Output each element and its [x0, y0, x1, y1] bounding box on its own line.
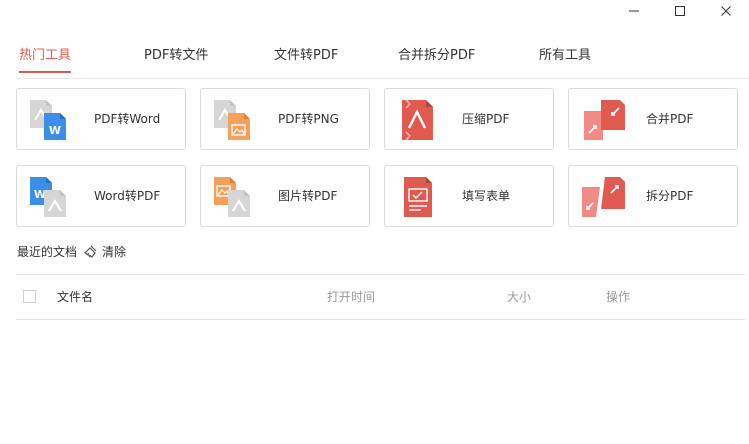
table-bottom-divider	[16, 319, 745, 320]
minimize-button[interactable]	[611, 0, 657, 22]
maximize-button[interactable]	[657, 0, 703, 22]
clear-recent-button[interactable]: 清除	[83, 243, 126, 260]
tab-hot-tools[interactable]: 热门工具	[19, 46, 72, 74]
recent-documents-title: 最近的文档	[17, 245, 78, 259]
fill-form-icon	[395, 175, 443, 219]
minimize-icon	[629, 10, 639, 12]
svg-text:W: W	[49, 124, 61, 137]
compress-pdf-icon	[395, 98, 443, 142]
recent-documents-header: 最近的文档 清除	[17, 243, 126, 260]
table-header: 文件名 打开时间 大小 操作	[0, 290, 749, 306]
column-header-name[interactable]: 文件名	[57, 290, 93, 305]
tool-label: PDF转PNG	[278, 112, 339, 126]
column-header-action: 操作	[606, 290, 631, 304]
tool-label: 拆分PDF	[646, 189, 694, 203]
tool-label: 图片转PDF	[278, 189, 338, 203]
tab-file-to-pdf[interactable]: 文件转PDF	[274, 46, 338, 74]
tool-label: PDF转Word	[94, 112, 161, 126]
tool-card-image-to-pdf[interactable]: 图片转PDF	[200, 165, 370, 227]
tab-all-tools[interactable]: 所有工具	[539, 46, 591, 74]
table-top-divider	[16, 274, 745, 275]
tool-card-merge-pdf[interactable]: 合并PDF	[568, 88, 738, 150]
tool-card-split-pdf[interactable]: 拆分PDF	[568, 165, 738, 227]
maximize-icon	[675, 6, 685, 16]
clear-label: 清除	[102, 245, 127, 259]
tool-card-pdf-to-png[interactable]: PDF转PNG	[200, 88, 370, 150]
column-header-open-time[interactable]: 打开时间	[327, 290, 375, 305]
pdf-to-word-icon: W	[27, 98, 75, 142]
pdf-to-png-icon	[211, 98, 259, 142]
window-controls	[611, 0, 749, 22]
close-icon	[721, 6, 731, 16]
tool-card-pdf-to-word[interactable]: W PDF转Word	[16, 88, 186, 150]
split-pdf-icon	[579, 175, 627, 219]
select-all-checkbox[interactable]	[23, 290, 36, 303]
tool-card-word-to-pdf[interactable]: W Word转PDF	[16, 165, 186, 227]
close-button[interactable]	[703, 0, 749, 22]
broom-icon	[83, 245, 98, 259]
tab-bar: 热门工具 PDF转文件 文件转PDF 合并拆分PDF 所有工具	[17, 46, 749, 79]
tool-card-fill-form[interactable]: 填写表单	[384, 165, 554, 227]
column-header-size[interactable]: 大小	[507, 290, 531, 305]
tool-label: 填写表单	[462, 189, 511, 203]
tool-label: 压缩PDF	[462, 112, 510, 126]
tool-label: 合并PDF	[646, 112, 694, 126]
word-to-pdf-icon: W	[27, 175, 75, 219]
merge-pdf-icon	[579, 98, 627, 142]
tab-merge-split-pdf[interactable]: 合并拆分PDF	[398, 46, 475, 74]
tab-pdf-to-file[interactable]: PDF转文件	[144, 46, 208, 74]
tool-label: Word转PDF	[94, 189, 161, 203]
tool-card-compress-pdf[interactable]: 压缩PDF	[384, 88, 554, 150]
image-to-pdf-icon	[211, 175, 259, 219]
